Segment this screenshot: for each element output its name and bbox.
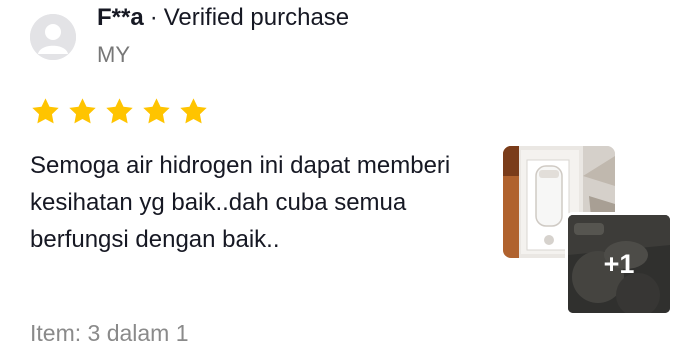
item-variant-info: Item: 3 dalam 1 xyxy=(30,320,189,346)
review-card: F**a · Verified purchase MY Semoga air hid… xyxy=(0,0,700,355)
separator-dot: · xyxy=(149,4,158,31)
review-text: Semoga air hidrogen ini dapat memberi ke… xyxy=(30,152,451,253)
default-user-icon xyxy=(30,14,76,60)
star-icon xyxy=(32,98,59,124)
reviewer-country: MY xyxy=(97,42,130,67)
avatar[interactable] xyxy=(30,14,76,60)
star-icon xyxy=(180,98,207,124)
star-icon xyxy=(106,98,133,124)
verified-purchase-label: Verified purchase xyxy=(163,4,350,31)
reviewer-name: F**a xyxy=(97,4,144,31)
reviewer-line: F**a · Verified purchase xyxy=(97,4,349,32)
more-photos-count: +1 xyxy=(568,215,670,313)
star-icon xyxy=(143,98,170,124)
star-icon xyxy=(69,98,96,124)
more-photos-button[interactable]: +1 xyxy=(565,212,673,316)
star-rating xyxy=(30,96,209,127)
